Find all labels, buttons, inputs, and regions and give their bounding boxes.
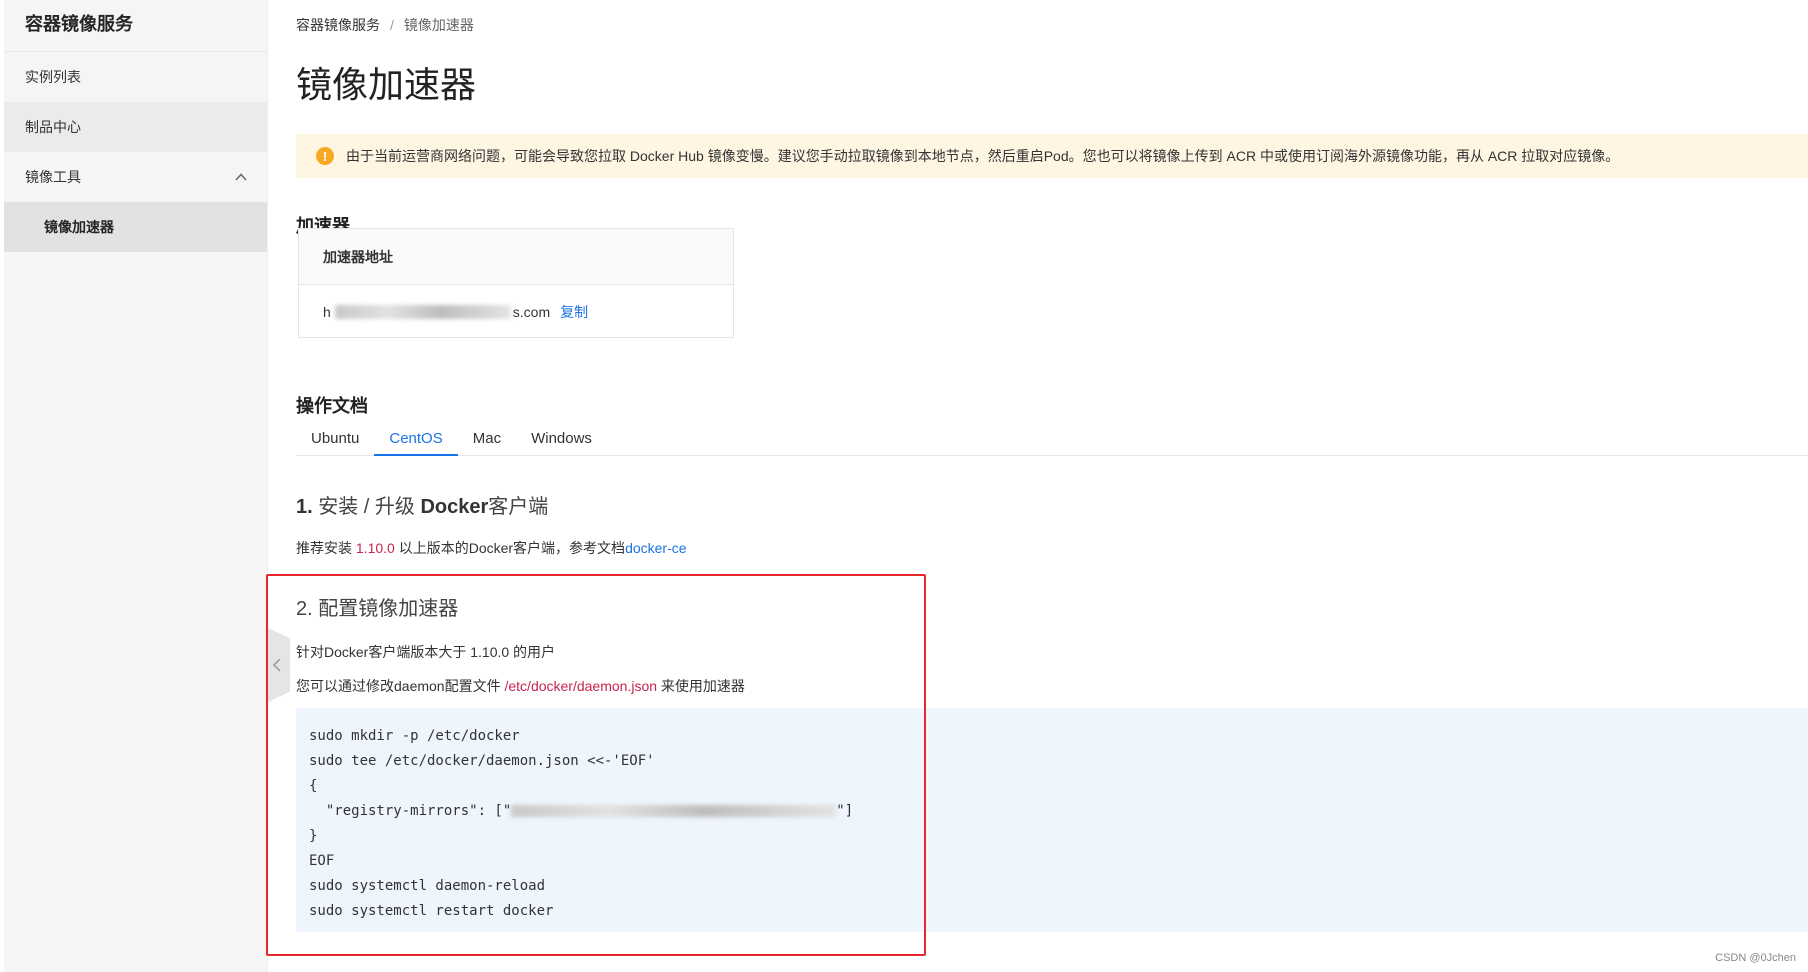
code-line: sudo mkdir -p /etc/docker [309, 728, 520, 744]
page-title: 镜像加速器 [296, 64, 477, 105]
code-line: { [309, 778, 318, 794]
main-content: 容器镜像服务 / 镜像加速器 镜像加速器 ! 由于当前运营商网络问题，可能会导致您拉… [296, 0, 1808, 972]
sidebar-item-label: 镜像工具 [25, 169, 81, 185]
code-line: } [309, 828, 318, 844]
chevron-up-icon [235, 173, 247, 181]
step2-line1: 针对Docker客户端版本大于 1.10.0 的用户 [296, 644, 556, 660]
sidebar-item-artifact-center[interactable]: 制品中心 [4, 102, 267, 152]
step1-version: 1.10.0 [355, 540, 395, 556]
breadcrumb: 容器镜像服务 / 镜像加速器 [296, 15, 474, 35]
watermark: CSDN @0Jchen [1715, 952, 1796, 964]
step2-line2-a: 您可以通过修改daemon配置文件 [296, 678, 505, 694]
accelerator-address-suffix: s.com [512, 303, 551, 320]
docker-ce-link[interactable]: docker-ce [625, 540, 686, 556]
code-line: sudo systemctl daemon-reload [309, 878, 546, 894]
step1-text-b: 以上版本的Docker客户端，参考文档 [394, 540, 626, 556]
accelerator-address-row: h s.com 复制 [299, 285, 733, 338]
breadcrumb-root[interactable]: 容器镜像服务 [296, 17, 380, 33]
sidebar-title: 容器镜像服务 [4, 0, 267, 52]
tab-mac[interactable]: Mac [458, 426, 516, 456]
redacted-address [334, 304, 511, 319]
warning-alert: ! 由于当前运营商网络问题，可能会导致您拉取 Docker Hub 镜像变慢。建… [296, 134, 1808, 178]
step1-title: 1. 安装 / 升级 Docker客户端 [296, 490, 548, 519]
step2-line2: 您可以通过修改daemon配置文件 /etc/docker/daemon.jso… [296, 676, 745, 696]
step1-title-a: 安装 / 升级 [318, 496, 415, 518]
code-line: EOF [309, 853, 335, 869]
step1-title-b: Docker [420, 496, 489, 518]
code-line: sudo systemctl restart docker [309, 903, 554, 919]
accelerator-table: 加速器地址 h s.com 复制 [298, 228, 734, 338]
daemon-json-path: /etc/docker/daemon.json [504, 678, 658, 694]
sidebar-item-image-tools[interactable]: 镜像工具 [4, 152, 267, 202]
step1-text: 推荐安装 1.10.0 以上版本的Docker客户端，参考文档docker-ce [296, 538, 687, 558]
step2-title: 2. 配置镜像加速器 [296, 598, 459, 620]
breadcrumb-current: 镜像加速器 [403, 17, 474, 33]
breadcrumb-separator: / [390, 17, 394, 33]
sidebar: 容器镜像服务 实例列表 制品中心 镜像工具 镜像加速器 [4, 0, 268, 972]
code-line-mirrors: "registry-mirrors": [" "] [309, 799, 1808, 824]
copy-button[interactable]: 复制 [560, 302, 588, 322]
step2-line2-b: 来使用加速器 [657, 678, 745, 694]
docs-heading: 操作文档 [296, 396, 368, 416]
accelerator-address-prefix: h [323, 303, 331, 320]
code-mirrors-end: "] [836, 803, 854, 819]
tab-centos[interactable]: CentOS [374, 426, 458, 456]
warning-icon: ! [316, 147, 334, 165]
step1-number: 1. [296, 496, 313, 518]
chevron-left-icon [272, 658, 281, 672]
sidebar-item-instance-list[interactable]: 实例列表 [4, 52, 267, 102]
tab-ubuntu[interactable]: Ubuntu [296, 426, 374, 456]
step1-title-c: 客户端 [488, 496, 549, 518]
redacted-mirror-url [511, 805, 837, 817]
alert-text: 由于当前运营商网络问题，可能会导致您拉取 Docker Hub 镜像变慢。建议您… [346, 148, 1620, 164]
sidebar-collapse-handle[interactable] [268, 628, 290, 702]
code-block[interactable]: sudo mkdir -p /etc/docker sudo tee /etc/… [296, 708, 1808, 932]
code-mirrors-start: "registry-mirrors": [" [309, 803, 512, 819]
docs-tabs: Ubuntu CentOS Mac Windows [296, 426, 1808, 456]
step1-text-a: 推荐安装 [296, 540, 356, 556]
code-line: sudo tee /etc/docker/daemon.json <<-'EOF… [309, 753, 655, 769]
accelerator-column-header: 加速器地址 [299, 229, 733, 285]
tab-windows[interactable]: Windows [516, 426, 607, 456]
sidebar-item-image-accelerator[interactable]: 镜像加速器 [4, 202, 267, 252]
